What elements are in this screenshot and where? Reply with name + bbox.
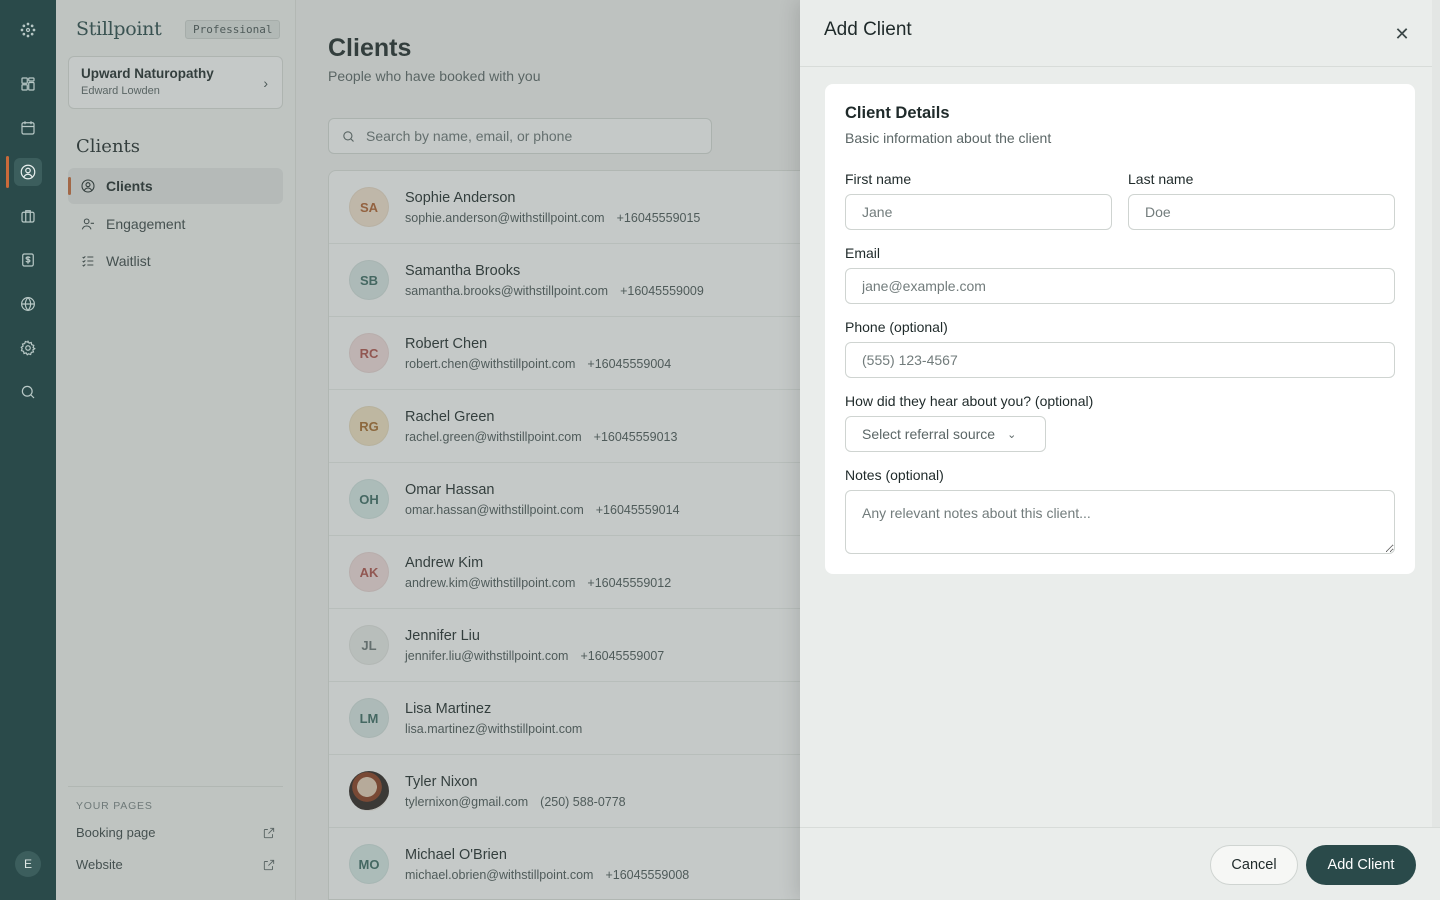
rail-active-indicator — [6, 156, 9, 188]
notes-label: Notes (optional) — [845, 467, 944, 483]
add-client-drawer: Add Client ✕ Client Details Basic inform… — [800, 0, 1440, 900]
referral-label: How did they hear about you? (optional) — [845, 393, 1094, 409]
drawer-title: Add Client — [824, 19, 912, 40]
globe-icon[interactable] — [14, 290, 42, 318]
settings-icon[interactable] — [14, 334, 42, 362]
clients-icon[interactable] — [14, 158, 42, 186]
notes-field[interactable] — [845, 490, 1395, 554]
phone-field[interactable] — [845, 342, 1395, 378]
close-icon[interactable]: ✕ — [1392, 24, 1412, 44]
icon-rail: E — [0, 0, 56, 900]
drawer-header: Add Client ✕ — [800, 0, 1440, 67]
client-details-card: Client Details Basic information about t… — [825, 84, 1415, 574]
select-value: Select referral source — [862, 426, 996, 442]
modal-backdrop[interactable] — [56, 0, 800, 900]
referral-source-select[interactable]: Select referral source ⌄ — [845, 416, 1046, 452]
search-icon[interactable] — [14, 378, 42, 406]
last-name-field[interactable] — [1128, 194, 1395, 230]
dashboard-icon[interactable] — [14, 70, 42, 98]
add-client-button[interactable]: Add Client — [1306, 845, 1416, 885]
first-name-label: First name — [845, 171, 912, 187]
calendar-icon[interactable] — [14, 114, 42, 142]
briefcase-icon[interactable] — [14, 202, 42, 230]
chevron-down-icon: ⌄ — [1007, 428, 1017, 441]
email-label: Email — [845, 245, 881, 261]
phone-label: Phone (optional) — [845, 319, 948, 335]
card-subtitle: Basic information about the client — [845, 130, 1052, 146]
first-name-field[interactable] — [845, 194, 1112, 230]
scrollbar[interactable] — [1432, 0, 1440, 827]
logo-icon[interactable] — [14, 16, 42, 44]
email-field[interactable] — [845, 268, 1395, 304]
drawer-footer: Cancel Add Client — [800, 827, 1440, 900]
last-name-label: Last name — [1128, 171, 1194, 187]
user-avatar[interactable]: E — [15, 851, 41, 877]
billing-icon[interactable] — [14, 246, 42, 274]
card-title: Client Details — [845, 104, 950, 122]
cancel-button[interactable]: Cancel — [1210, 845, 1298, 885]
